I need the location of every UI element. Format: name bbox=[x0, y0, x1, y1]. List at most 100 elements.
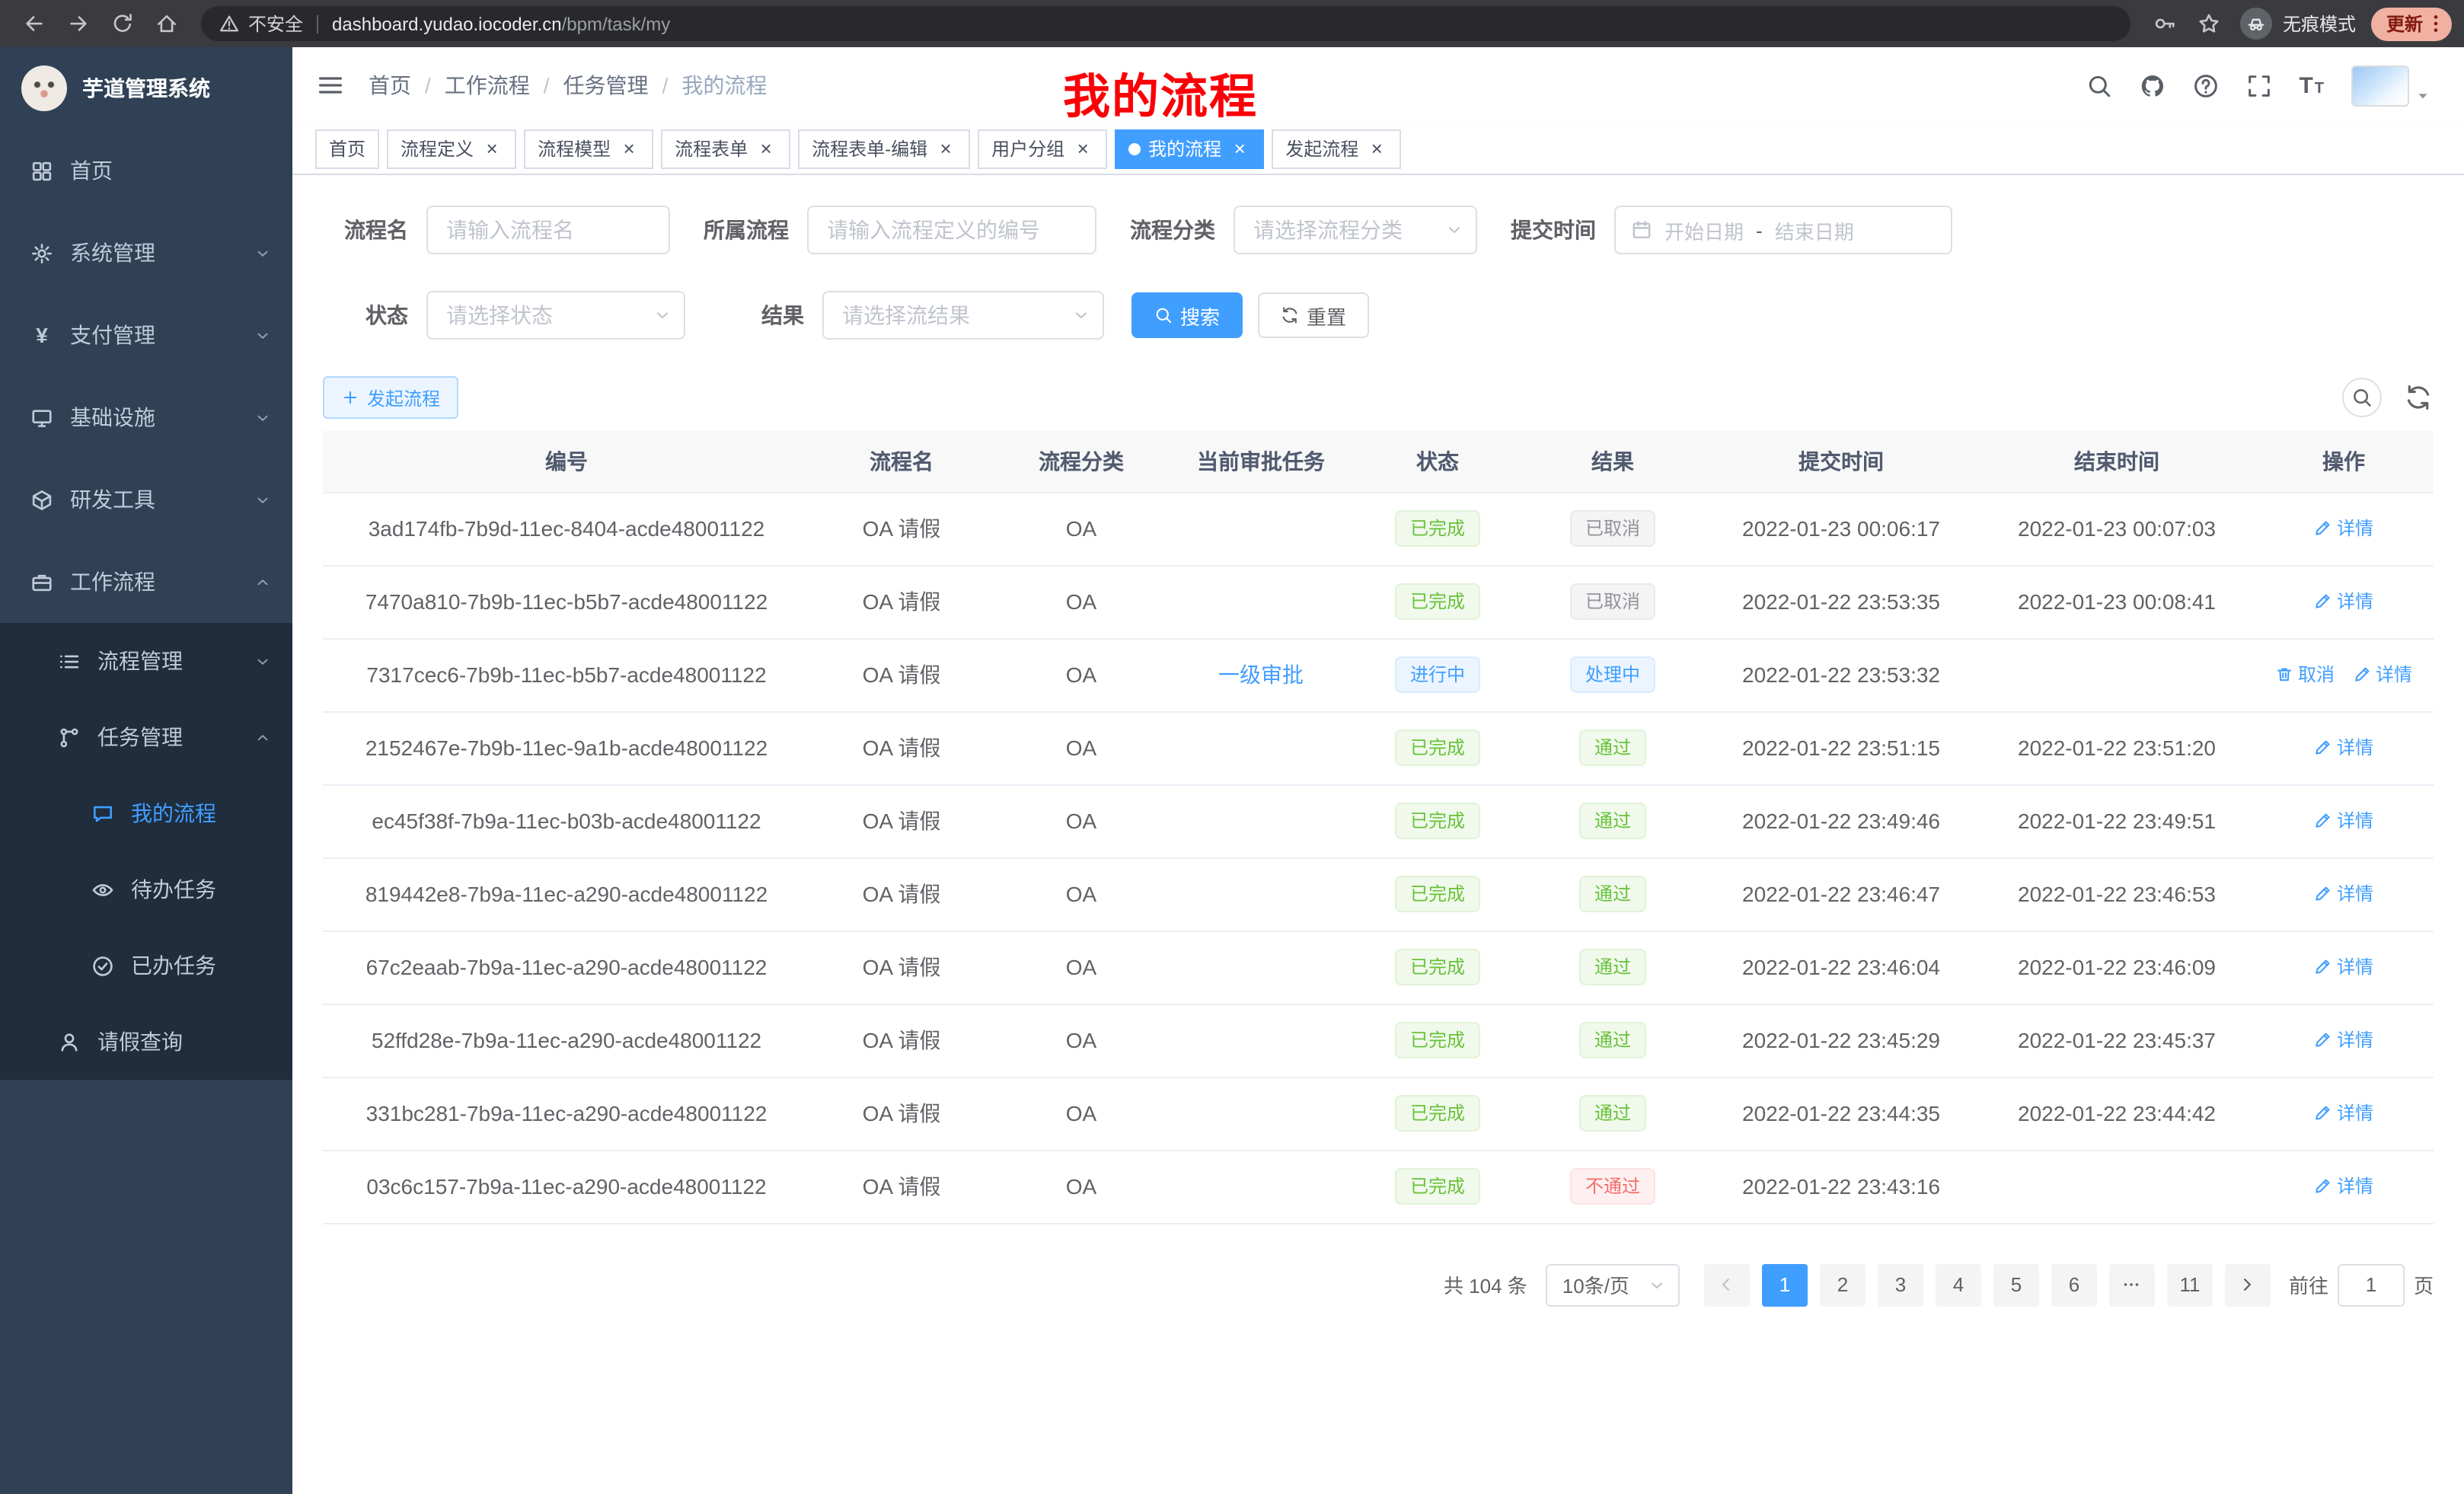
page-4-button[interactable]: 4 bbox=[1936, 1263, 1981, 1306]
close-icon[interactable]: × bbox=[935, 138, 956, 159]
status-select[interactable]: 请选择状态 bbox=[426, 291, 685, 340]
process-definition-input[interactable] bbox=[807, 206, 1096, 254]
user-menu[interactable] bbox=[2351, 65, 2430, 106]
submit-time-range-picker[interactable]: 开始日期 - 结束日期 bbox=[1614, 206, 1952, 254]
more-pages-button[interactable] bbox=[2109, 1263, 2155, 1306]
avatar[interactable] bbox=[2351, 65, 2409, 106]
breadcrumb-task-management[interactable]: 任务管理 bbox=[563, 70, 649, 101]
sidebar-item-workflow[interactable]: 工作流程 bbox=[0, 541, 292, 623]
address-bar[interactable]: 不安全 dashboard.yudao.iocoder.cn/bpm/task/… bbox=[201, 6, 2130, 41]
font-size-icon[interactable]: TT bbox=[2299, 72, 2324, 98]
sidebar-item-task-management[interactable]: 任务管理 bbox=[0, 699, 292, 775]
page-1-button[interactable]: 1 bbox=[1762, 1263, 1808, 1306]
page-2-button[interactable]: 2 bbox=[1820, 1263, 1866, 1306]
bookmark-star-icon[interactable] bbox=[2190, 5, 2228, 43]
next-page-button[interactable] bbox=[2225, 1263, 2271, 1306]
hamburger-icon[interactable] bbox=[317, 72, 344, 99]
sidebar-item-todo-tasks[interactable]: 待办任务 bbox=[0, 851, 292, 927]
sidebar-item-infrastructure[interactable]: 基础设施 bbox=[0, 376, 292, 458]
category-select[interactable]: 请选择流程分类 bbox=[1234, 206, 1477, 254]
goto-page-input[interactable] bbox=[2338, 1263, 2405, 1306]
browser-forward-button[interactable] bbox=[59, 5, 97, 43]
browser-menu-icon[interactable] bbox=[2424, 12, 2447, 35]
cell-result: 不通过 bbox=[1523, 1150, 1703, 1223]
browser-home-button[interactable] bbox=[148, 5, 186, 43]
close-icon[interactable]: × bbox=[618, 138, 640, 159]
breadcrumb-home[interactable]: 首页 bbox=[369, 70, 411, 101]
refresh-table-button[interactable] bbox=[2403, 382, 2434, 413]
browser-back-button[interactable] bbox=[15, 5, 53, 43]
sidebar-item-system-management[interactable]: 系统管理 bbox=[0, 212, 292, 294]
cancel-button[interactable]: 取消 bbox=[2275, 662, 2335, 688]
detail-button[interactable]: 详情 bbox=[2314, 735, 2373, 761]
sidebar-item-leave-query[interactable]: 请假查询 bbox=[0, 1004, 292, 1080]
sidebar-item-dev-tools[interactable]: 研发工具 bbox=[0, 458, 292, 541]
table-row: 819442e8-7b9a-11ec-a290-acde48001122OA 请… bbox=[323, 857, 2434, 931]
tab-process-model[interactable]: 流程模型 × bbox=[524, 129, 653, 168]
browser-reload-button[interactable] bbox=[104, 5, 142, 43]
help-icon[interactable] bbox=[2192, 72, 2218, 98]
tab-home[interactable]: 首页 bbox=[315, 129, 379, 168]
sidebar-item-payment-management[interactable]: ¥支付管理 bbox=[0, 294, 292, 376]
tab-process-form[interactable]: 流程表单× bbox=[661, 129, 790, 168]
tab-user-group[interactable]: 用户分组× bbox=[978, 129, 1107, 168]
update-button[interactable]: 更新 bbox=[2371, 7, 2452, 40]
cell-current-task: 一级审批 bbox=[1170, 638, 1352, 711]
active-tab-dot bbox=[1128, 142, 1141, 155]
status-tag: 进行中 bbox=[1395, 656, 1480, 693]
current-task-link[interactable]: 一级审批 bbox=[1218, 662, 1304, 687]
cell-current-task bbox=[1170, 1077, 1352, 1150]
edit-icon bbox=[2314, 1104, 2332, 1122]
tab-label: 流程模型 bbox=[538, 136, 611, 161]
process-definition-label: 所属流程 bbox=[685, 215, 807, 245]
column-header-0: 编号 bbox=[323, 431, 810, 492]
table-row: 67c2eaab-7b9a-11ec-a290-acde48001122OA 请… bbox=[323, 931, 2434, 1004]
result-select[interactable]: 请选择流结果 bbox=[822, 291, 1104, 340]
page-5-button[interactable]: 5 bbox=[1993, 1263, 2039, 1306]
close-icon[interactable]: × bbox=[1072, 138, 1093, 159]
sidebar-item-my-process[interactable]: 我的流程 bbox=[0, 775, 292, 851]
search-button[interactable]: 搜索 bbox=[1131, 292, 1243, 338]
sidebar-item-done-tasks[interactable]: 已办任务 bbox=[0, 927, 292, 1004]
close-icon[interactable]: × bbox=[1229, 138, 1250, 159]
cell-process-name: OA 请假 bbox=[810, 784, 993, 857]
search-icon[interactable] bbox=[2086, 72, 2111, 98]
tab-process-definition[interactable]: 流程定义 × bbox=[387, 129, 516, 168]
tab-my-process[interactable]: 我的流程× bbox=[1115, 129, 1264, 168]
detail-button[interactable]: 详情 bbox=[2314, 1100, 2373, 1126]
detail-button[interactable]: 详情 bbox=[2314, 881, 2373, 907]
reset-button[interactable]: 重置 bbox=[1258, 292, 1369, 338]
tab-start-process[interactable]: 发起流程× bbox=[1272, 129, 1401, 168]
detail-button[interactable]: 详情 bbox=[2314, 808, 2373, 834]
tab-label: 流程定义 bbox=[401, 136, 474, 161]
page-11-button[interactable]: 11 bbox=[2167, 1263, 2213, 1306]
page-6-button[interactable]: 6 bbox=[2051, 1263, 2097, 1306]
prev-page-button[interactable] bbox=[1704, 1263, 1750, 1306]
detail-button[interactable]: 详情 bbox=[2353, 662, 2412, 688]
fullscreen-icon[interactable] bbox=[2245, 72, 2271, 98]
toggle-search-button[interactable] bbox=[2342, 378, 2382, 417]
github-icon[interactable] bbox=[2139, 72, 2165, 98]
edit-icon bbox=[2314, 812, 2332, 830]
detail-button[interactable]: 详情 bbox=[2314, 1173, 2373, 1199]
close-icon[interactable]: × bbox=[1366, 138, 1387, 159]
password-manager-icon[interactable] bbox=[2146, 5, 2184, 43]
incognito-badge: 无痕模式 bbox=[2240, 8, 2356, 40]
page-3-button[interactable]: 3 bbox=[1878, 1263, 1923, 1306]
process-name-filter: 流程名 bbox=[323, 206, 670, 254]
result-label: 结果 bbox=[701, 300, 822, 330]
sidebar-item-process-management[interactable]: 流程管理 bbox=[0, 623, 292, 699]
page-size-select[interactable]: 10条/页 bbox=[1546, 1263, 1680, 1306]
start-process-button[interactable]: 发起流程 bbox=[323, 376, 458, 419]
breadcrumb-workflow[interactable]: 工作流程 bbox=[445, 70, 530, 101]
detail-button[interactable]: 详情 bbox=[2314, 516, 2373, 541]
sidebar-item-home[interactable]: 首页 bbox=[0, 129, 292, 212]
detail-button[interactable]: 详情 bbox=[2314, 1027, 2373, 1053]
process-table: 编号流程名流程分类当前审批任务状态结果提交时间结束时间操作 3ad174fb-7… bbox=[323, 431, 2434, 1224]
close-icon[interactable]: × bbox=[755, 138, 777, 159]
close-icon[interactable]: × bbox=[481, 138, 503, 159]
process-name-input[interactable] bbox=[426, 206, 670, 254]
detail-button[interactable]: 详情 bbox=[2314, 589, 2373, 615]
detail-button[interactable]: 详情 bbox=[2314, 954, 2373, 980]
tab-process-form-edit[interactable]: 流程表单-编辑× bbox=[798, 129, 970, 168]
